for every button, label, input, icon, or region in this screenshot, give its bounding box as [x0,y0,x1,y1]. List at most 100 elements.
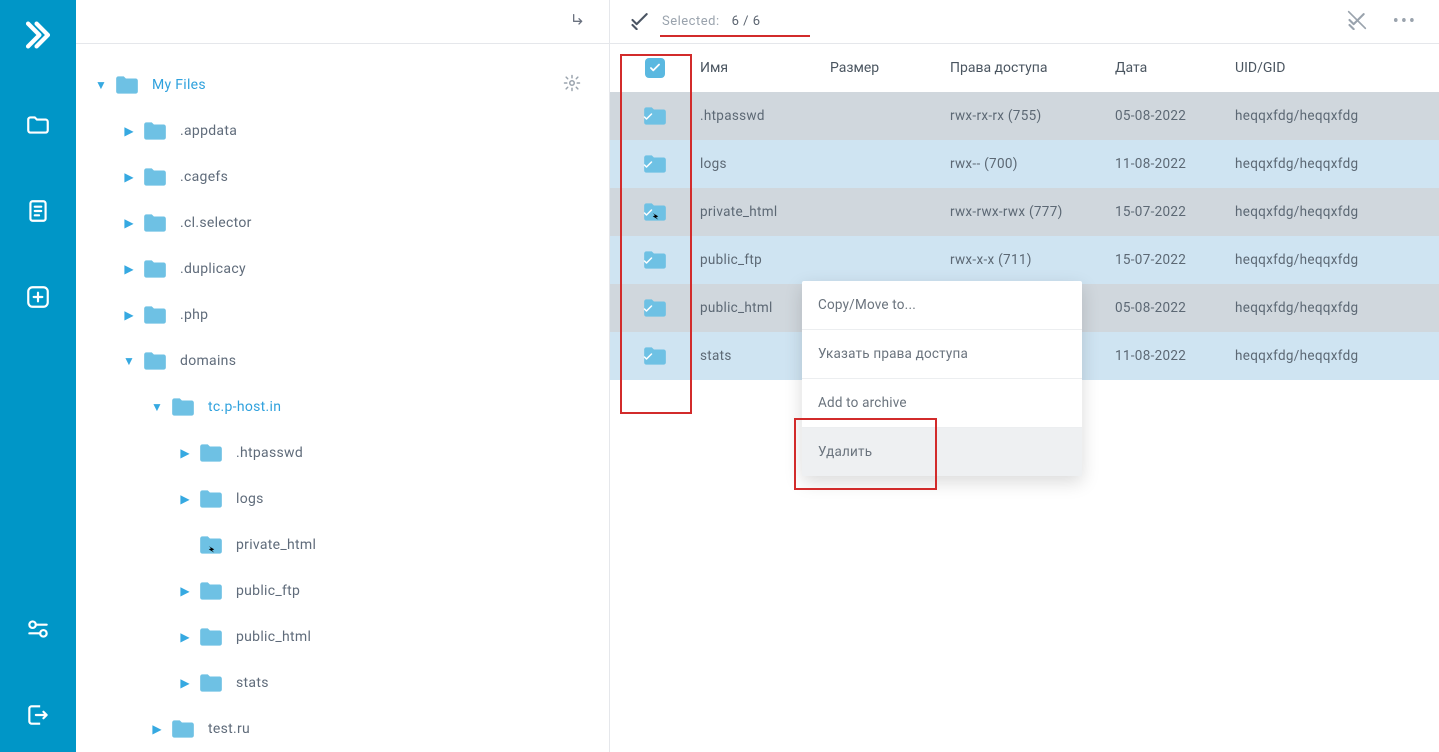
tree-item[interactable]: ▶ .appdata [76,108,609,154]
tree-item[interactable]: ▶ .duplicacy [76,246,609,292]
tree-item[interactable]: ▼ domains [76,338,609,384]
folder-tree: ▼My Files▶.appdata▶.cagefs▶.cl.selector▶… [76,44,609,752]
tree-item-label: test.ru [208,721,250,737]
tree-item[interactable]: ▶ logs [76,476,609,522]
tree-item-label: domains [180,353,236,369]
folder-icon [198,534,224,556]
row-perm: rwx-- (700) [950,156,1115,172]
caret-icon[interactable]: ▶ [122,124,136,138]
gear-icon[interactable] [563,74,581,96]
context-menu-item[interactable]: Add to archive [802,379,1082,428]
deselect-all-icon[interactable] [1347,10,1367,34]
caret-icon[interactable]: ▶ [178,446,192,460]
tree-item[interactable]: ▶.htpasswd [76,430,609,476]
table-row[interactable]: logsrwx-- (700)11-08-2022heqqxfdg/heqqxf… [610,140,1439,188]
folder-icon [142,258,168,280]
context-menu: Copy/Move to...Указать права доступаAdd … [802,281,1082,476]
th-perm[interactable]: Права доступа [950,60,1115,76]
folder-icon [198,488,224,510]
folder-icon [170,396,196,418]
tree-item-label: public_html [236,629,311,645]
table-header-row: Имя Размер Права доступа Дата UID/GID [610,44,1439,92]
caret-icon[interactable]: ▶ [122,216,136,230]
sidebar-redirect-icon[interactable] [571,12,587,32]
tree-item-label: .php [180,307,208,323]
row-date: 15-07-2022 [1115,204,1235,220]
caret-icon[interactable]: ▶ [122,308,136,322]
caret-icon[interactable]: ▼ [150,400,164,414]
tree-item[interactable]: ▶ public_html [76,614,609,660]
left-nav [0,0,76,752]
select-all-icon[interactable] [630,10,650,34]
caret-down-icon[interactable]: ▼ [94,78,108,92]
context-menu-item[interactable]: Удалить [802,428,1082,476]
tree-item-label: private_html [236,537,316,553]
caret-icon[interactable]: ▶ [122,170,136,184]
tree-item[interactable]: ▶ .cagefs [76,154,609,200]
row-folder-icon[interactable] [610,249,700,271]
row-folder-icon[interactable] [610,105,700,127]
tree-item[interactable]: ▶private_html [76,522,609,568]
caret-icon[interactable]: ▶ [178,676,192,690]
th-date[interactable]: Дата [1115,60,1235,76]
row-folder-icon[interactable] [610,153,700,175]
row-folder-icon[interactable] [610,345,700,367]
th-name[interactable]: Имя [700,60,830,76]
table-row[interactable]: .htpasswdrwx-rx-rx (755)05-08-2022heqqxf… [610,92,1439,140]
header-checkbox[interactable] [645,58,665,78]
row-date: 15-07-2022 [1115,252,1235,268]
tree-item[interactable]: ▶stats [76,660,609,706]
tree-item[interactable]: ▶ .php [76,292,609,338]
row-name: logs [700,156,830,172]
nav-add-icon[interactable] [25,284,51,310]
table-row[interactable]: public_ftprwx-x-x (711)15-07-2022heqqxfd… [610,236,1439,284]
tree-item-label: .appdata [180,123,237,139]
row-perm: rwx-rx-rx (755) [950,108,1115,124]
more-icon[interactable]: ••• [1393,11,1417,32]
file-table: Имя Размер Права доступа Дата UID/GID .h… [610,44,1439,380]
tree-item-label: .cagefs [180,169,228,185]
tree-item[interactable]: ▼ tc.p-host.in [76,384,609,430]
nav-settings-icon[interactable] [25,616,51,642]
tree-item-label: .duplicacy [180,261,246,277]
tree-root[interactable]: ▼My Files [76,62,609,108]
main-panel: Selected: 6 / 6 ••• Имя Размер Права дос… [610,0,1439,752]
context-menu-item[interactable]: Указать права доступа [802,330,1082,379]
selected-label: Selected: [662,14,720,29]
context-menu-item[interactable]: Copy/Move to... [802,281,1082,330]
tree-item[interactable]: ▶public_ftp [76,568,609,614]
nav-doc-icon[interactable] [25,198,51,224]
row-name: private_html [700,204,830,220]
tree-item[interactable]: ▶.cl.selector [76,200,609,246]
folder-icon [170,718,196,740]
topbar: Selected: 6 / 6 ••• [610,0,1439,44]
th-size[interactable]: Размер [830,60,950,76]
caret-icon[interactable]: ▶ [178,492,192,506]
row-date: 11-08-2022 [1115,348,1235,364]
nav-files-icon[interactable] [25,112,51,138]
row-perm: rwx-rwx-rwx (777) [950,204,1115,220]
tree-item-label: tc.p-host.in [208,399,281,415]
tree-item[interactable]: ▶ test.ru [76,706,609,752]
row-date: 05-08-2022 [1115,108,1235,124]
sidebar-toolbar [76,0,609,44]
th-uid[interactable]: UID/GID [1235,60,1439,76]
nav-logout-icon[interactable] [25,702,51,728]
row-uid: heqqxfdg/heqqxfdg [1235,300,1439,316]
tree-item-label: logs [236,491,264,507]
folder-icon [198,442,224,464]
app-logo [21,18,55,52]
row-date: 05-08-2022 [1115,300,1235,316]
caret-icon[interactable]: ▶ [150,722,164,736]
row-perm: rwx-x-x (711) [950,252,1115,268]
folder-icon [142,166,168,188]
row-folder-icon[interactable] [610,297,700,319]
caret-icon[interactable]: ▶ [122,262,136,276]
table-row[interactable]: private_html rwx-rwx-rwx (777)15-07-2022h… [610,188,1439,236]
row-uid: heqqxfdg/heqqxfdg [1235,108,1439,124]
row-uid: heqqxfdg/heqqxfdg [1235,204,1439,220]
caret-icon[interactable]: ▼ [122,354,136,368]
row-folder-icon[interactable] [610,201,700,223]
caret-icon[interactable]: ▶ [178,584,192,598]
caret-icon[interactable]: ▶ [178,630,192,644]
